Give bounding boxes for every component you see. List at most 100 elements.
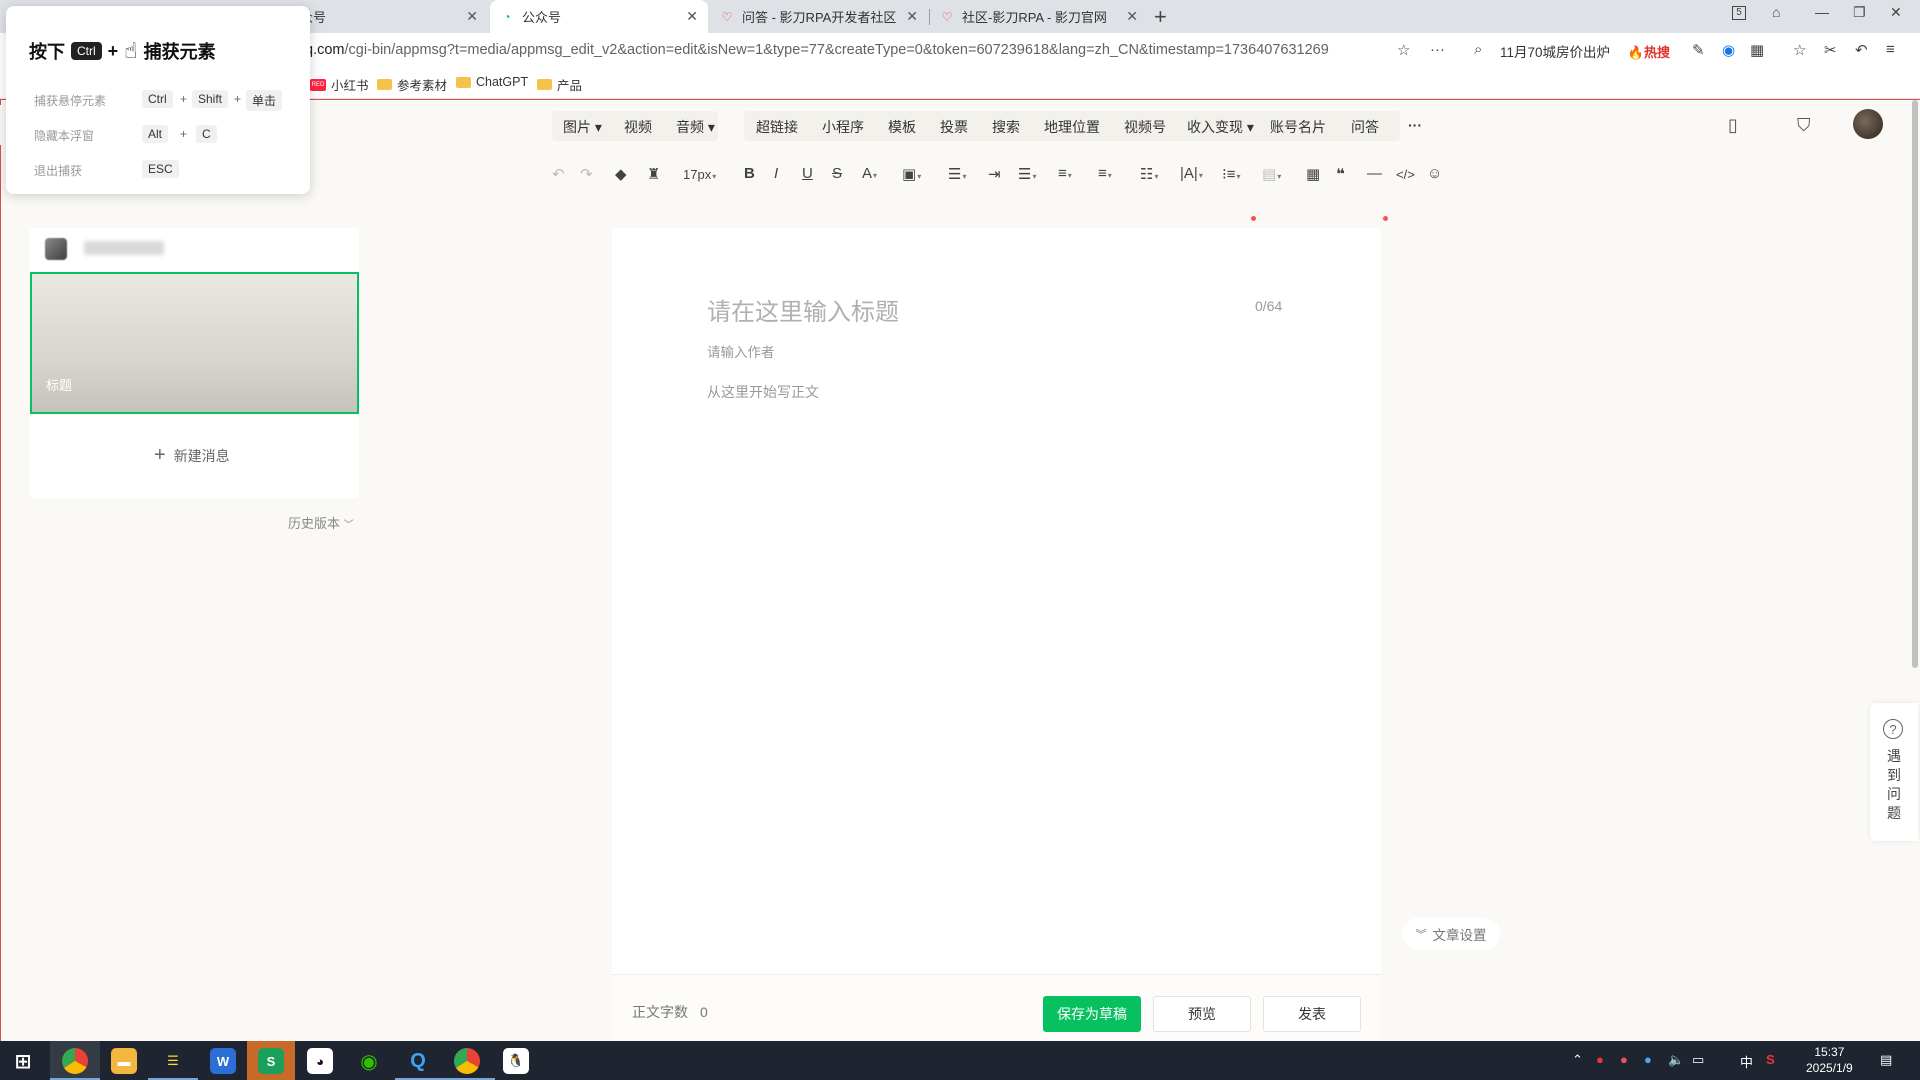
line-height-icon[interactable]: ≡▾ [1058,165,1072,182]
tab-yingdao-qa[interactable]: ♡ 问答 - 影刀RPA开发者社区 ✕ [710,0,928,33]
insert-search-button[interactable]: 搜索 [992,117,1020,137]
article-cover-item[interactable]: 标题 [30,272,359,414]
close-icon[interactable]: ✕ [466,8,478,25]
browser-360-icon[interactable] [62,1048,88,1074]
float-icon[interactable]: ▤▾ [1262,165,1281,183]
list-indent-icon[interactable]: ☷▾ [1140,165,1158,183]
bullet-list-icon[interactable]: ⁝≡▾ [1222,165,1241,183]
insert-location-button[interactable]: 地理位置 [1044,117,1100,137]
close-icon[interactable]: ✕ [906,8,918,25]
translate-icon[interactable]: ◉ [1722,41,1735,59]
url-field[interactable]: q.com/cgi-bin/appmsg?t=media/appmsg_edit… [305,42,1329,58]
windows-start-icon[interactable]: ⊞ [10,1048,36,1074]
publish-button[interactable]: 发表 [1263,996,1361,1032]
code-icon[interactable]: </> [1396,167,1415,182]
search-app-icon[interactable]: Q [405,1048,431,1074]
undo-icon[interactable]: ↶ [552,165,565,183]
letter-spacing-icon[interactable]: |A|▾ [1180,165,1203,182]
cut-icon[interactable]: ✂ [1824,41,1837,59]
insert-qa-button[interactable]: 问答 [1351,117,1379,137]
sogou-ime-icon[interactable]: S [1766,1052,1775,1067]
font-color-icon[interactable]: A▾ [862,165,877,182]
wechat-icon[interactable]: ◉ [356,1048,382,1074]
format-painter-icon[interactable]: ◆ [615,165,627,183]
body-editor[interactable]: 从这里开始写正文 [707,382,819,402]
insert-template-button[interactable]: 模板 [888,117,916,137]
chrome-icon[interactable] [454,1048,480,1074]
background-color-icon[interactable]: ▣▾ [902,165,921,183]
insert-video-button[interactable]: 视频 [624,117,652,137]
margin-icon[interactable]: ≡▾ [1098,165,1112,182]
spreadsheet-icon[interactable]: S [258,1048,284,1074]
insert-account-card-button[interactable]: 账号名片 [1270,117,1326,137]
monetize-button[interactable]: 收入变现 ▾ [1187,117,1254,137]
apps-icon[interactable]: ▦ [1750,41,1764,59]
clear-format-icon[interactable]: ♜ [647,165,660,183]
word-icon[interactable]: W [210,1048,236,1074]
restore-button[interactable]: ❐ [1853,4,1866,21]
help-widget[interactable]: ? 遇到问题 [1870,703,1918,841]
scrollbar[interactable] [1912,100,1918,668]
bold-icon[interactable]: B [744,165,755,182]
close-window-button[interactable]: ✕ [1890,4,1902,21]
indent-icon[interactable]: ⇥ [988,165,1001,183]
menu-icon[interactable]: ≡ [1886,41,1895,58]
tray-app-icon[interactable]: ● [1620,1052,1628,1067]
undo-icon[interactable]: ↶ [1855,41,1868,59]
close-icon[interactable]: ✕ [1126,8,1138,25]
article-settings-button[interactable]: ︾ 文章设置 [1402,918,1500,950]
bookmark-folder-products[interactable]: 产品 [537,75,582,94]
document-icon[interactable]: ▯ [1728,115,1738,136]
insert-miniprogram-button[interactable]: 小程序 [822,117,864,137]
title-input[interactable]: 请在这里输入标题 [707,292,899,327]
more-icon[interactable]: ··· [1430,41,1445,58]
tab-wechat-mp-1[interactable]: 众号 ✕ [290,0,488,33]
star-icon[interactable]: ☆ [1397,41,1410,59]
redo-icon[interactable]: ↷ [580,165,593,183]
strikethrough-icon[interactable]: S [832,165,842,182]
favorites-icon[interactable]: ☆ [1793,41,1806,59]
underline-icon[interactable]: U [802,165,813,182]
insert-audio-button[interactable]: 音频 ▾ [676,117,715,137]
save-draft-button[interactable]: 保存为草稿 [1043,996,1141,1032]
network-icon[interactable]: ▭ [1692,1052,1704,1068]
new-message-button[interactable]: + 新建消息 [154,444,230,467]
history-version-button[interactable]: 历史版本 ﹀ [288,513,354,532]
qq-icon[interactable]: 🐧 [503,1048,529,1074]
tab-wechat-mp-2[interactable]: ◔ 公众号 ✕ [490,0,708,33]
table-icon[interactable]: ▦ [1306,165,1320,183]
search-suggestion[interactable]: 11月70城房价出炉 🔥热搜 [1500,41,1670,61]
tray-app-icon[interactable]: ● [1644,1052,1652,1067]
insert-link-button[interactable]: 超链接 [756,117,798,137]
divider-icon[interactable]: — [1367,165,1382,182]
insert-channels-button[interactable]: 视频号 [1124,117,1166,137]
new-tab-button[interactable]: + [1154,4,1167,30]
bookmark-folder-materials[interactable]: 参考素材 [377,75,447,94]
pin-icon[interactable]: ⌂ [1772,4,1780,20]
emoji-icon[interactable]: ☺ [1427,165,1442,182]
align-icon[interactable]: ☰▾ [948,165,966,183]
close-icon[interactable]: ✕ [686,8,698,25]
bookmark-folder-chatgpt[interactable]: ChatGPT [456,75,528,89]
user-avatar[interactable] [1853,109,1883,139]
paragraph-spacing-icon[interactable]: ☰▾ [1018,165,1036,183]
shield-icon[interactable]: ⛉ [1797,115,1811,136]
ime-indicator[interactable]: 中 [1740,1052,1753,1071]
file-explorer-icon[interactable]: ▬ [111,1048,137,1074]
extension-icon[interactable]: ✎ [1692,41,1705,59]
notepad-icon[interactable]: ☰ [160,1048,186,1074]
system-clock[interactable]: 15:37 2025/1/9 [1806,1044,1853,1076]
notification-icon[interactable]: ▤ [1880,1052,1892,1068]
insert-vote-button[interactable]: 投票 [940,117,968,137]
chevron-up-icon[interactable]: ⌃ [1572,1052,1583,1068]
italic-icon[interactable]: I [774,165,778,182]
more-insert-button[interactable]: ··· [1408,117,1422,133]
panda-app-icon[interactable]: ◕ [307,1048,333,1074]
tab-yingdao-community[interactable]: ♡ 社区-影刀RPA - 影刀官网 ✕ [930,0,1148,33]
bookmark-xiaohongshu[interactable]: RED 小红书 [310,75,369,94]
font-size-select[interactable]: 17px▾ [683,167,716,182]
volume-icon[interactable]: 🔈 [1668,1052,1684,1068]
author-input[interactable]: 请输入作者 [707,341,775,361]
preview-button[interactable]: 预览 [1153,996,1251,1032]
minimize-button[interactable]: — [1815,4,1829,20]
